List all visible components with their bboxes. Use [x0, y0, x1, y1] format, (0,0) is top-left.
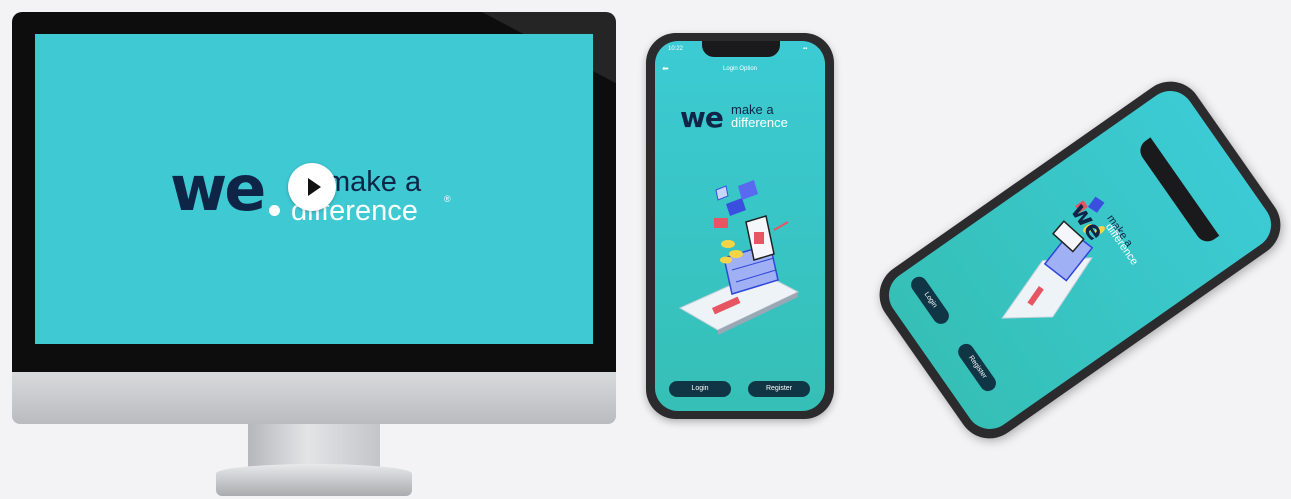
- registered-mark: ®: [444, 194, 451, 204]
- landscape-login-button[interactable]: Login: [907, 273, 953, 328]
- status-icons: ▪▪: [803, 46, 808, 52]
- shopping-illustration: [678, 180, 800, 335]
- phone-logo-we: we: [680, 101, 724, 134]
- landscape-phone: we make a difference Login Register: [867, 69, 1291, 451]
- monitor-logo-we: we: [170, 152, 266, 225]
- play-button[interactable]: [288, 163, 336, 211]
- phone-tagline-line2: difference: [731, 115, 788, 130]
- monitor-stand-base: [216, 464, 412, 496]
- monitor-tagline-line1: make a: [326, 166, 422, 198]
- play-icon: [308, 178, 321, 196]
- logo-dot: [269, 205, 280, 216]
- landscape-register-button[interactable]: Register: [954, 340, 1000, 395]
- status-time: 10:22: [668, 46, 684, 52]
- register-button[interactable]: Register: [748, 381, 810, 397]
- phone-notch: [702, 41, 780, 57]
- phone-title: Login Option: [722, 66, 758, 72]
- monitor-stand-neck: [248, 424, 380, 468]
- login-button[interactable]: Login: [669, 381, 731, 397]
- monitor-chin: [12, 372, 616, 424]
